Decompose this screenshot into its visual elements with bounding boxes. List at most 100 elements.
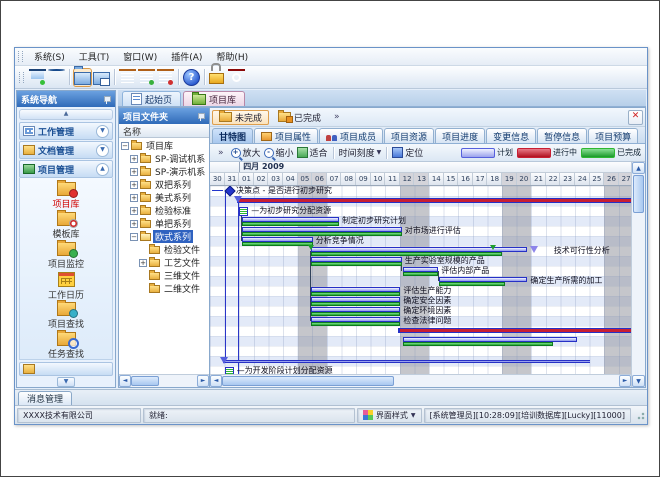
menu-item-3[interactable]: 窗口(W) <box>116 53 164 63</box>
time-scale-dropdown[interactable]: 时间刻度 ▼ <box>339 146 382 159</box>
sidebar-item-模板库[interactable]: 模板库 <box>24 211 109 241</box>
filter-tab-已完成[interactable]: 已完成 <box>271 110 328 125</box>
gantt-row-3[interactable]: 制定初步研究计划 <box>210 216 631 226</box>
fit-button[interactable]: 适合 <box>297 146 328 159</box>
tree-node-美式系列[interactable]: +美式系列 <box>119 191 209 204</box>
scrollbar-thumb[interactable] <box>131 376 159 386</box>
close-button[interactable]: ✕ <box>628 110 643 125</box>
expand-plus-icon[interactable]: + <box>130 220 138 228</box>
sidebar-item-任务查找[interactable]: 任务查找 <box>24 331 109 360</box>
gantt-chart-body[interactable]: 决策点 - 是否进行初步研究 —为初步研究分配资源制定初步研究计划对市场进行评估分… <box>210 186 631 374</box>
tree-node-单把系列[interactable]: +单把系列 <box>119 217 209 230</box>
gantt-row-16[interactable] <box>210 346 631 356</box>
sidebar-item-项目库[interactable]: 项目库 <box>24 181 109 211</box>
gantt-row-9[interactable]: 确定生产所需的加工 <box>210 276 631 286</box>
expand-plus-icon[interactable]: + <box>130 168 138 176</box>
sidebar-item-项目查找[interactable]: 项目查找 <box>24 301 109 331</box>
locate-button[interactable]: 定位 <box>392 146 423 159</box>
tree-node-项目库[interactable]: −项目库 <box>119 139 209 152</box>
tab-项目预算[interactable]: 项目预算 <box>588 128 638 143</box>
gantt-row-0[interactable]: 决策点 - 是否进行初步研究 <box>210 186 631 196</box>
tree-node-SP-调试机系[interactable]: +SP-调试机系 <box>119 152 209 165</box>
gantt-row-5[interactable]: 分析竞争情况 <box>210 236 631 246</box>
tab-暂停信息[interactable]: 暂停信息 <box>537 128 587 143</box>
tree-node-SP-演示机系[interactable]: +SP-演示机系 <box>119 165 209 178</box>
sidebar-scroll-down-button[interactable]: ▼ <box>57 377 75 387</box>
expand-plus-icon[interactable]: + <box>130 181 138 189</box>
gantt-row-15[interactable] <box>210 336 631 346</box>
scroll-right-button[interactable]: ► <box>619 375 631 387</box>
tab-项目属性[interactable]: 项目属性 <box>254 128 318 143</box>
scroll-left-button[interactable]: ◄ <box>119 375 131 387</box>
zoom-in-button[interactable]: + 放大 <box>231 146 261 159</box>
expand-plus-icon[interactable]: + <box>139 259 147 267</box>
zoom-out-button[interactable]: - 缩小 <box>264 146 294 159</box>
sidebar-collapse-button[interactable]: ▲ <box>19 109 113 120</box>
folder-screen-icon[interactable] <box>93 69 110 86</box>
gantt-row-11[interactable]: 确定安全因素 <box>210 296 631 306</box>
globe-icon[interactable] <box>48 69 65 86</box>
tab-项目成员[interactable]: 项目成员 <box>319 128 383 143</box>
tab-变更信息[interactable]: 变更信息 <box>486 128 536 143</box>
gantt-row-7[interactable]: 生产实验室规模的产品 <box>210 256 631 266</box>
menu-item-4[interactable]: 插件(A) <box>164 53 209 63</box>
chart-vertical-scrollbar[interactable]: ▲ ▼ <box>631 162 645 387</box>
pin-icon[interactable] <box>196 112 205 121</box>
gantt-row-6[interactable]: 技术可行性分析 <box>210 246 631 256</box>
tree-node-工艺文件[interactable]: +工艺文件 <box>119 256 209 269</box>
scroll-down-button[interactable]: ▼ <box>632 375 645 387</box>
tree-node-检验文件[interactable]: 检验文件 <box>119 243 209 256</box>
resize-grip[interactable] <box>635 410 645 420</box>
sidebar-item-项目监控[interactable]: 项目监控 <box>24 241 109 271</box>
interface-style-button[interactable]: 界面样式 ▼ <box>357 408 422 423</box>
gantt-row-10[interactable]: 评估生产能力 <box>210 286 631 296</box>
tab-项目资源[interactable]: 项目资源 <box>384 128 434 143</box>
tree-horizontal-scrollbar[interactable]: ◄ ► <box>119 374 209 387</box>
form-2-icon[interactable] <box>138 69 155 86</box>
sidebar-group-工作管理[interactable]: 工作管理▼ <box>19 122 113 140</box>
menu-item-1[interactable]: 系统(S) <box>27 53 72 63</box>
sidebar-item-工作日历[interactable]: 工作日历 <box>24 271 109 301</box>
folder-open-icon[interactable] <box>74 69 91 86</box>
gantt-row-14[interactable] <box>210 326 631 336</box>
pin-icon[interactable] <box>102 95 111 104</box>
gantt-row-13[interactable]: 检查法律问题 <box>210 316 631 326</box>
tree-node-三维文件[interactable]: 三维文件 <box>119 269 209 282</box>
menu-item-2[interactable]: 工具(T) <box>72 53 117 63</box>
help-icon[interactable]: ? <box>183 69 200 86</box>
filter-overflow-chevron[interactable]: » <box>330 112 344 122</box>
gantt-row-4[interactable]: 对市场进行评估 <box>210 226 631 236</box>
doc-tab-起始页[interactable]: 起始页 <box>122 91 181 106</box>
expand-plus-icon[interactable]: + <box>130 194 138 202</box>
gantt-row-1[interactable] <box>210 196 631 206</box>
expand-minus-icon[interactable]: − <box>121 142 129 150</box>
sidebar-group-partial[interactable] <box>19 362 113 376</box>
gantt-row-2[interactable]: —为初步研究分配资源 <box>210 206 631 216</box>
gantt-row-8[interactable]: 评估内部产品 <box>210 266 631 276</box>
expand-minus-icon[interactable]: − <box>130 233 138 241</box>
menu-item-5[interactable]: 帮助(H) <box>209 53 255 63</box>
doc-tab-项目库[interactable]: 项目库 <box>183 91 245 106</box>
scrollbar-thumb[interactable] <box>222 376 394 386</box>
tree-node-二维文件[interactable]: 二维文件 <box>119 282 209 295</box>
lock-icon[interactable] <box>209 69 226 86</box>
message-management-tab[interactable]: 消息管理 <box>18 391 72 405</box>
expand-plus-icon[interactable]: + <box>130 207 138 215</box>
stop-icon[interactable] <box>228 69 245 86</box>
form-1-icon[interactable] <box>119 69 136 86</box>
monitor-icon[interactable] <box>29 69 46 86</box>
chevron-down-icon[interactable]: ▼ <box>96 125 109 138</box>
tab-甘特图[interactable]: 甘特图 <box>212 128 253 143</box>
scroll-up-button[interactable]: ▲ <box>632 162 645 174</box>
sidebar-group-文档管理[interactable]: 文档管理▼ <box>19 141 113 159</box>
tools-overflow-chevron[interactable]: » <box>214 148 228 158</box>
tree-node-欧式系列[interactable]: −欧式系列 <box>119 230 209 243</box>
tree-node-双把系列[interactable]: +双把系列 <box>119 178 209 191</box>
gantt-row-17[interactable] <box>210 356 631 366</box>
gantt-row-12[interactable]: 确定环境因素 <box>210 306 631 316</box>
scrollbar-thumb[interactable] <box>633 175 644 213</box>
filter-tab-未完成[interactable]: 未完成 <box>212 110 269 125</box>
gantt-row-18[interactable]: —为开发阶段计划分配资源 <box>210 366 631 374</box>
chevron-up-icon[interactable]: ▲ <box>96 163 109 176</box>
tab-项目进度[interactable]: 项目进度 <box>435 128 485 143</box>
